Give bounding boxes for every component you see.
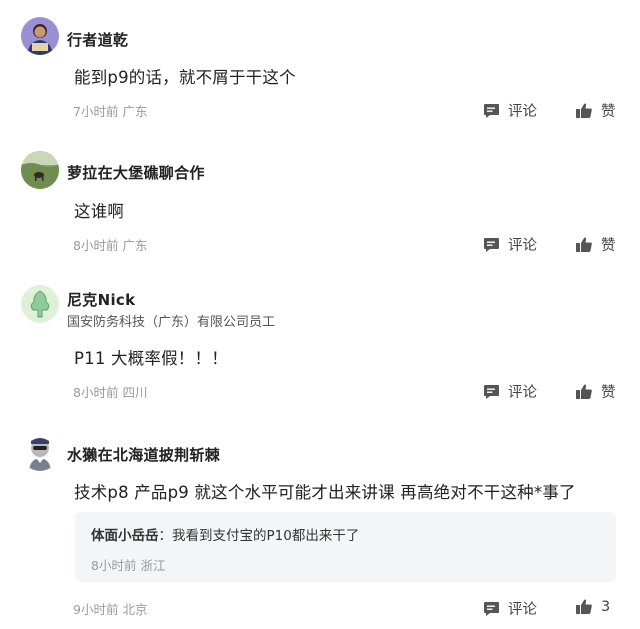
username[interactable]: 萝拉在大堡礁聊合作 (67, 162, 205, 183)
comment-button-label: 评论 (508, 104, 537, 120)
comment-time: 8小时前 (73, 238, 119, 253)
thumbs-up-icon (576, 599, 592, 614)
comment-text: 能到p9的话，就不屑于干这个 (74, 68, 296, 87)
like-count: 赞 (601, 238, 616, 254)
like-button[interactable]: 赞 (575, 234, 616, 255)
comment-time: 8小时前 (73, 385, 119, 400)
reply-time: 8小时前 (91, 558, 137, 573)
avatar[interactable] (21, 433, 59, 471)
comment-bubble-icon (484, 602, 499, 616)
comment-location: 广东 (122, 104, 148, 119)
comment-button-label: 评论 (508, 602, 537, 618)
comment-button[interactable]: 评论 (483, 381, 537, 402)
comment-button-label: 评论 (508, 238, 537, 254)
reply-preview[interactable]: 体面小岳岳：我看到支付宝的P10都出来干了 8小时前 浙江 (75, 512, 616, 582)
comment-button[interactable]: 评论 (483, 598, 537, 619)
username[interactable]: 行者道乾 (67, 29, 128, 50)
avatar[interactable] (21, 17, 59, 55)
comment-time: 9小时前 (73, 602, 119, 617)
comment-location: 四川 (122, 385, 148, 400)
reply-location: 浙江 (140, 558, 166, 573)
reply-content: 体面小岳岳：我看到支付宝的P10都出来干了 (91, 524, 359, 544)
like-count: 3 (601, 598, 611, 615)
comment-bubble-icon (484, 385, 499, 399)
comment-location: 北京 (122, 602, 148, 617)
thumbs-up-icon (576, 237, 592, 252)
comment-location: 广东 (122, 238, 148, 253)
comment-meta: 7小时前 广东 (73, 101, 147, 120)
avatar[interactable] (21, 151, 59, 189)
reply-username[interactable]: 体面小岳岳 (91, 528, 159, 544)
reply-meta: 8小时前 浙江 (91, 555, 165, 574)
comment-bubble-icon (484, 238, 499, 252)
comment-button[interactable]: 评论 (483, 100, 537, 121)
comment-text: 这谁啊 (74, 202, 125, 221)
user-title: 国安防务科技（广东）有限公司员工 (67, 315, 276, 330)
comment-button-label: 评论 (508, 385, 537, 401)
reply-separator: ： (158, 528, 173, 544)
comment-text: 技术p8 产品p9 就这个水平可能才出来讲课 再高绝对不干这种*事了 (74, 483, 576, 502)
comment-button[interactable]: 评论 (483, 234, 537, 255)
username[interactable]: 水獭在北海道披荆斩棘 (67, 444, 220, 465)
thumbs-up-icon (576, 384, 592, 399)
avatar[interactable] (21, 285, 59, 323)
comment-text: P11 大概率假！！！ (74, 349, 228, 368)
reply-text: 我看到支付宝的P10都出来干了 (172, 528, 360, 544)
like-count: 赞 (601, 104, 616, 120)
like-button[interactable]: 赞 (575, 100, 616, 121)
username[interactable]: 尼克Nick (67, 289, 135, 310)
comment-time: 7小时前 (73, 104, 119, 119)
comment-meta: 8小时前 四川 (73, 382, 147, 401)
comment-bubble-icon (484, 104, 499, 118)
comment-meta: 8小时前 广东 (73, 235, 147, 254)
like-button[interactable]: 3 (575, 598, 610, 615)
like-count: 赞 (601, 385, 616, 401)
like-button[interactable]: 赞 (575, 381, 616, 402)
comment-meta: 9小时前 北京 (73, 599, 147, 618)
thumbs-up-icon (576, 103, 592, 118)
